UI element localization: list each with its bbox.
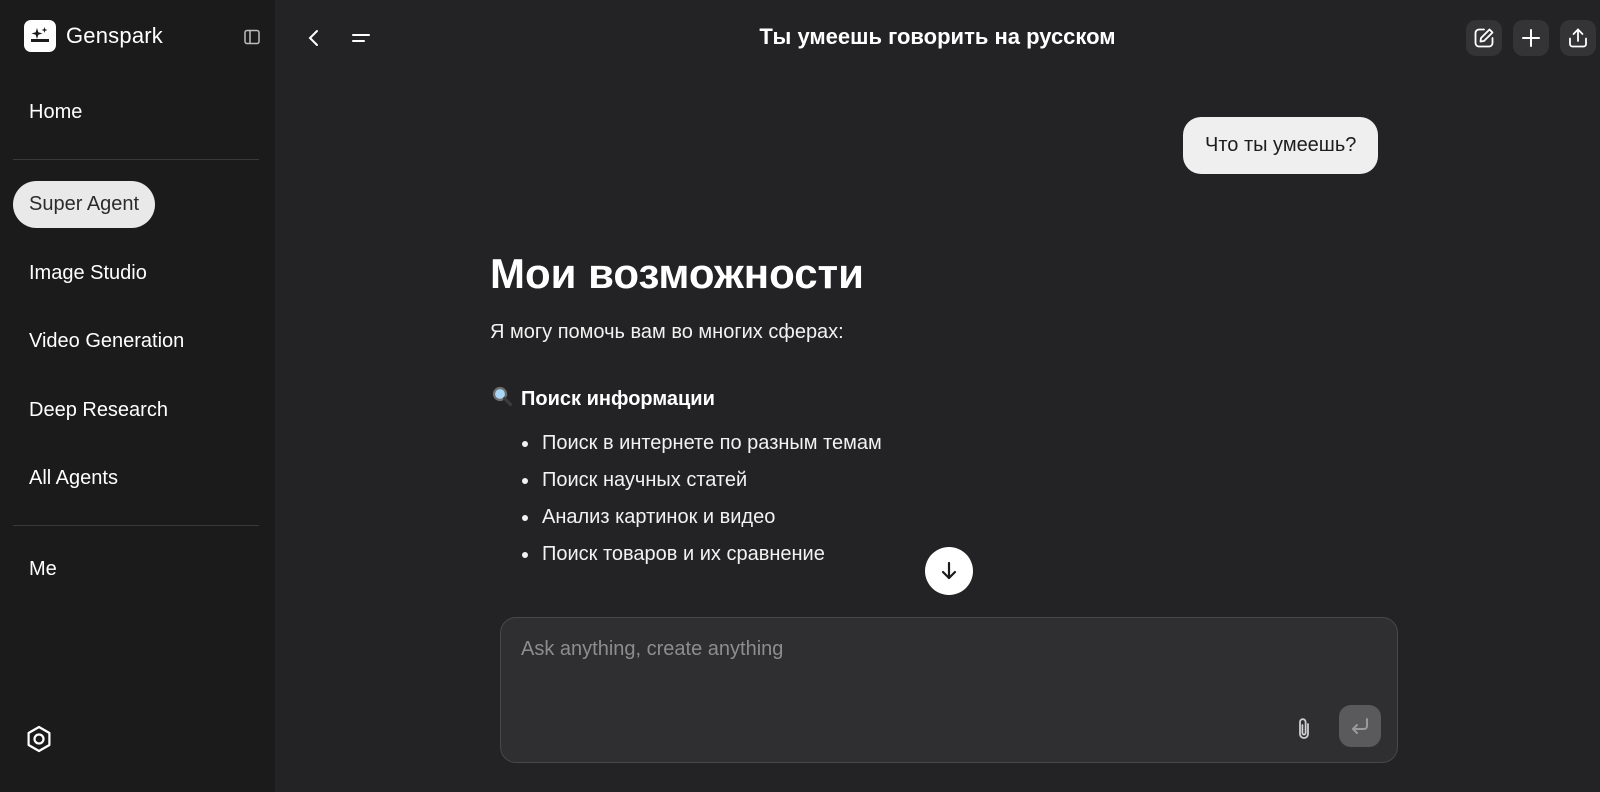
prompt-input[interactable]: [519, 636, 1259, 696]
back-chevron-icon[interactable]: [296, 20, 332, 56]
new-chat-plus-icon[interactable]: [1513, 20, 1549, 56]
sidebar: Genspark Home Super Agent Image Studio V…: [0, 0, 275, 792]
brand[interactable]: Genspark: [24, 20, 163, 52]
list-item: Анализ картинок и видео: [502, 499, 882, 536]
settings-hexagon-icon[interactable]: [24, 724, 54, 754]
scroll-down-arrow-icon[interactable]: [925, 547, 973, 595]
user-message-bubble: Что ты умеешь?: [1183, 117, 1379, 174]
composer: [500, 617, 1398, 763]
sidebar-item-deep-research[interactable]: Deep Research: [13, 387, 184, 434]
section-heading: Поиск информации: [491, 385, 715, 413]
menu-lines-icon[interactable]: [343, 20, 379, 56]
answer-title: Мои возможности: [490, 250, 864, 297]
genspark-logo-icon: [24, 20, 56, 52]
send-enter-icon[interactable]: [1339, 705, 1381, 747]
share-upload-icon[interactable]: [1560, 20, 1596, 56]
attach-paperclip-icon[interactable]: [1289, 712, 1319, 746]
sidebar-divider: [13, 525, 259, 526]
brand-name: Genspark: [66, 23, 163, 48]
answer-intro: Я могу помочь вам во многих сферах:: [490, 321, 844, 343]
sidebar-item-image-studio[interactable]: Image Studio: [13, 250, 163, 297]
sidebar-item-me[interactable]: Me: [13, 546, 73, 593]
magnifier-icon: [491, 385, 513, 413]
sidebar-collapse-icon[interactable]: [241, 26, 263, 48]
page-title: Ты умеешь говорить на русском: [759, 24, 1116, 49]
sidebar-item-all-agents[interactable]: All Agents: [13, 455, 134, 502]
edit-icon[interactable]: [1466, 20, 1502, 56]
list-item: Поиск научных статей: [502, 462, 882, 499]
list-item: Поиск в интернете по разным темам: [502, 425, 882, 462]
capabilities-list: Поиск в интернете по разным темам Поиск …: [502, 425, 882, 573]
sidebar-item-super-agent[interactable]: Super Agent: [13, 181, 156, 228]
sidebar-item-home[interactable]: Home: [13, 89, 98, 136]
sidebar-divider: [13, 159, 259, 160]
section-title: Поиск информации: [521, 387, 715, 410]
sidebar-item-video-generation[interactable]: Video Generation: [13, 318, 200, 365]
list-item: Поиск товаров и их сравнение: [502, 536, 882, 573]
